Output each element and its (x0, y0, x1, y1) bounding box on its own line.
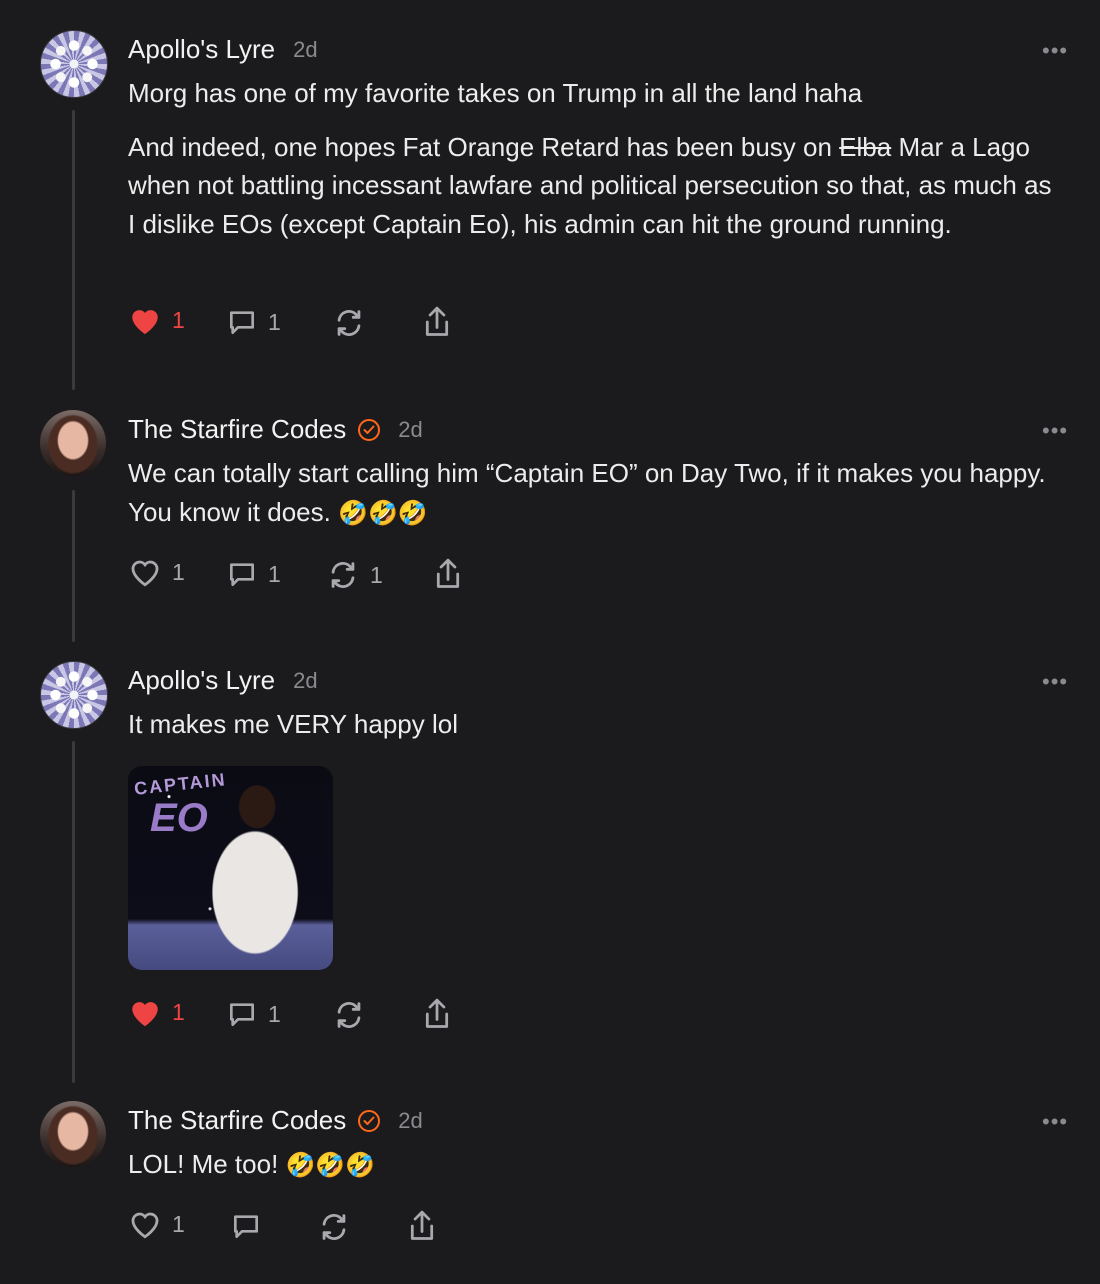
comment-count: 1 (268, 1000, 281, 1027)
more-icon[interactable]: ••• (1042, 38, 1068, 64)
timestamp[interactable]: 2d (293, 668, 317, 694)
thread-line (72, 110, 75, 390)
share-button[interactable] (431, 556, 465, 592)
comment-body: LOL! Me too! 🤣🤣🤣 (128, 1145, 1058, 1185)
timestamp[interactable]: 2d (398, 417, 422, 443)
comment-button[interactable]: 1 (226, 306, 281, 338)
timestamp[interactable]: 2d (293, 37, 317, 63)
restack-icon (322, 1214, 346, 1240)
like-count: 1 (172, 558, 185, 585)
comment-button[interactable] (230, 1210, 262, 1242)
share-icon (425, 306, 449, 336)
restack-icon (331, 562, 355, 588)
avatar[interactable] (40, 1101, 106, 1167)
share-button[interactable] (405, 1208, 439, 1244)
share-button[interactable] (420, 996, 454, 1032)
restack-button[interactable] (332, 306, 366, 340)
restack-button[interactable]: 1 (326, 558, 383, 592)
rofl-emoji: 🤣🤣🤣 (285, 1151, 376, 1179)
more-icon[interactable]: ••• (1042, 669, 1068, 695)
comment-paragraph: LOL! Me too! 🤣🤣🤣 (128, 1145, 1058, 1185)
restack-count: 1 (370, 561, 383, 588)
comment-icon (230, 563, 254, 586)
action-bar: 1 1 (0, 304, 600, 344)
author-row: Apollo's Lyre 2d (128, 665, 318, 696)
attached-image[interactable]: CAPTAIN EO (128, 766, 333, 970)
comment-count: 1 (268, 308, 281, 335)
comment-body: We can totally start calling him “Captai… (128, 454, 1058, 532)
comment-paragraph: It makes me VERY happy lol (128, 709, 458, 739)
text-segment: And indeed, one hopes Fat Orange Retard … (128, 131, 840, 162)
comment-icon (234, 1215, 258, 1238)
more-icon[interactable]: ••• (1042, 418, 1068, 444)
text-segment: LOL! Me too! (128, 1149, 286, 1179)
comment-paragraph: We can totally start calling him “Captai… (128, 454, 1058, 532)
like-button[interactable]: 1 (128, 304, 185, 336)
like-button[interactable]: 1 (128, 1208, 185, 1240)
restack-icon (337, 310, 361, 336)
avatar[interactable] (40, 410, 106, 476)
restack-icon (337, 1002, 361, 1028)
action-bar: 1 (0, 1208, 600, 1248)
text-segment: We can totally start calling him “Captai… (128, 458, 1046, 527)
comment-body: It makes me VERY happy lol (128, 705, 1058, 744)
like-count: 1 (172, 998, 185, 1025)
author-name[interactable]: The Starfire Codes (128, 414, 346, 445)
verified-badge-icon (358, 1109, 381, 1132)
like-count: 1 (172, 306, 185, 333)
verified-badge-icon (358, 418, 381, 441)
heart-icon (131, 1212, 159, 1239)
restack-button[interactable] (317, 1210, 351, 1244)
author-row: Apollo's Lyre 2d (128, 34, 318, 65)
like-count: 1 (172, 1210, 185, 1237)
comment-paragraph: Morg has one of my favorite takes on Tru… (128, 78, 863, 108)
comment-count: 1 (268, 560, 281, 587)
comment-button[interactable]: 1 (226, 558, 281, 590)
like-button[interactable]: 1 (128, 996, 185, 1028)
strikethrough-text: Elba (839, 131, 892, 162)
comment-paragraph: And indeed, one hopes Fat Orange Retard … (128, 128, 1058, 244)
author-row: The Starfire Codes 2d (128, 414, 423, 445)
author-row: The Starfire Codes 2d (128, 1105, 423, 1136)
more-icon[interactable]: ••• (1042, 1109, 1068, 1135)
rofl-emoji: 🤣🤣🤣 (338, 498, 428, 527)
avatar[interactable] (40, 30, 108, 98)
share-icon (425, 998, 449, 1028)
comment-icon (230, 1003, 254, 1026)
heart-icon (132, 310, 158, 335)
comment-icon (230, 311, 254, 334)
image-logo: EO (150, 796, 208, 840)
heart-icon (131, 560, 159, 587)
action-bar: 1 1 1 (0, 556, 600, 596)
heart-icon (132, 1002, 158, 1027)
author-name[interactable]: Apollo's Lyre (128, 34, 275, 65)
like-button[interactable]: 1 (128, 556, 185, 588)
restack-button[interactable] (332, 998, 366, 1032)
action-bar: 1 1 (0, 996, 600, 1036)
author-name[interactable]: The Starfire Codes (128, 1105, 346, 1136)
author-name[interactable]: Apollo's Lyre (128, 665, 275, 696)
share-button[interactable] (420, 304, 454, 340)
comment-button[interactable]: 1 (226, 998, 281, 1030)
timestamp[interactable]: 2d (398, 1108, 422, 1134)
comment-body: Morg has one of my favorite takes on Tru… (128, 74, 1058, 243)
share-icon (436, 558, 460, 588)
avatar[interactable] (40, 661, 108, 729)
share-icon (410, 1210, 434, 1240)
